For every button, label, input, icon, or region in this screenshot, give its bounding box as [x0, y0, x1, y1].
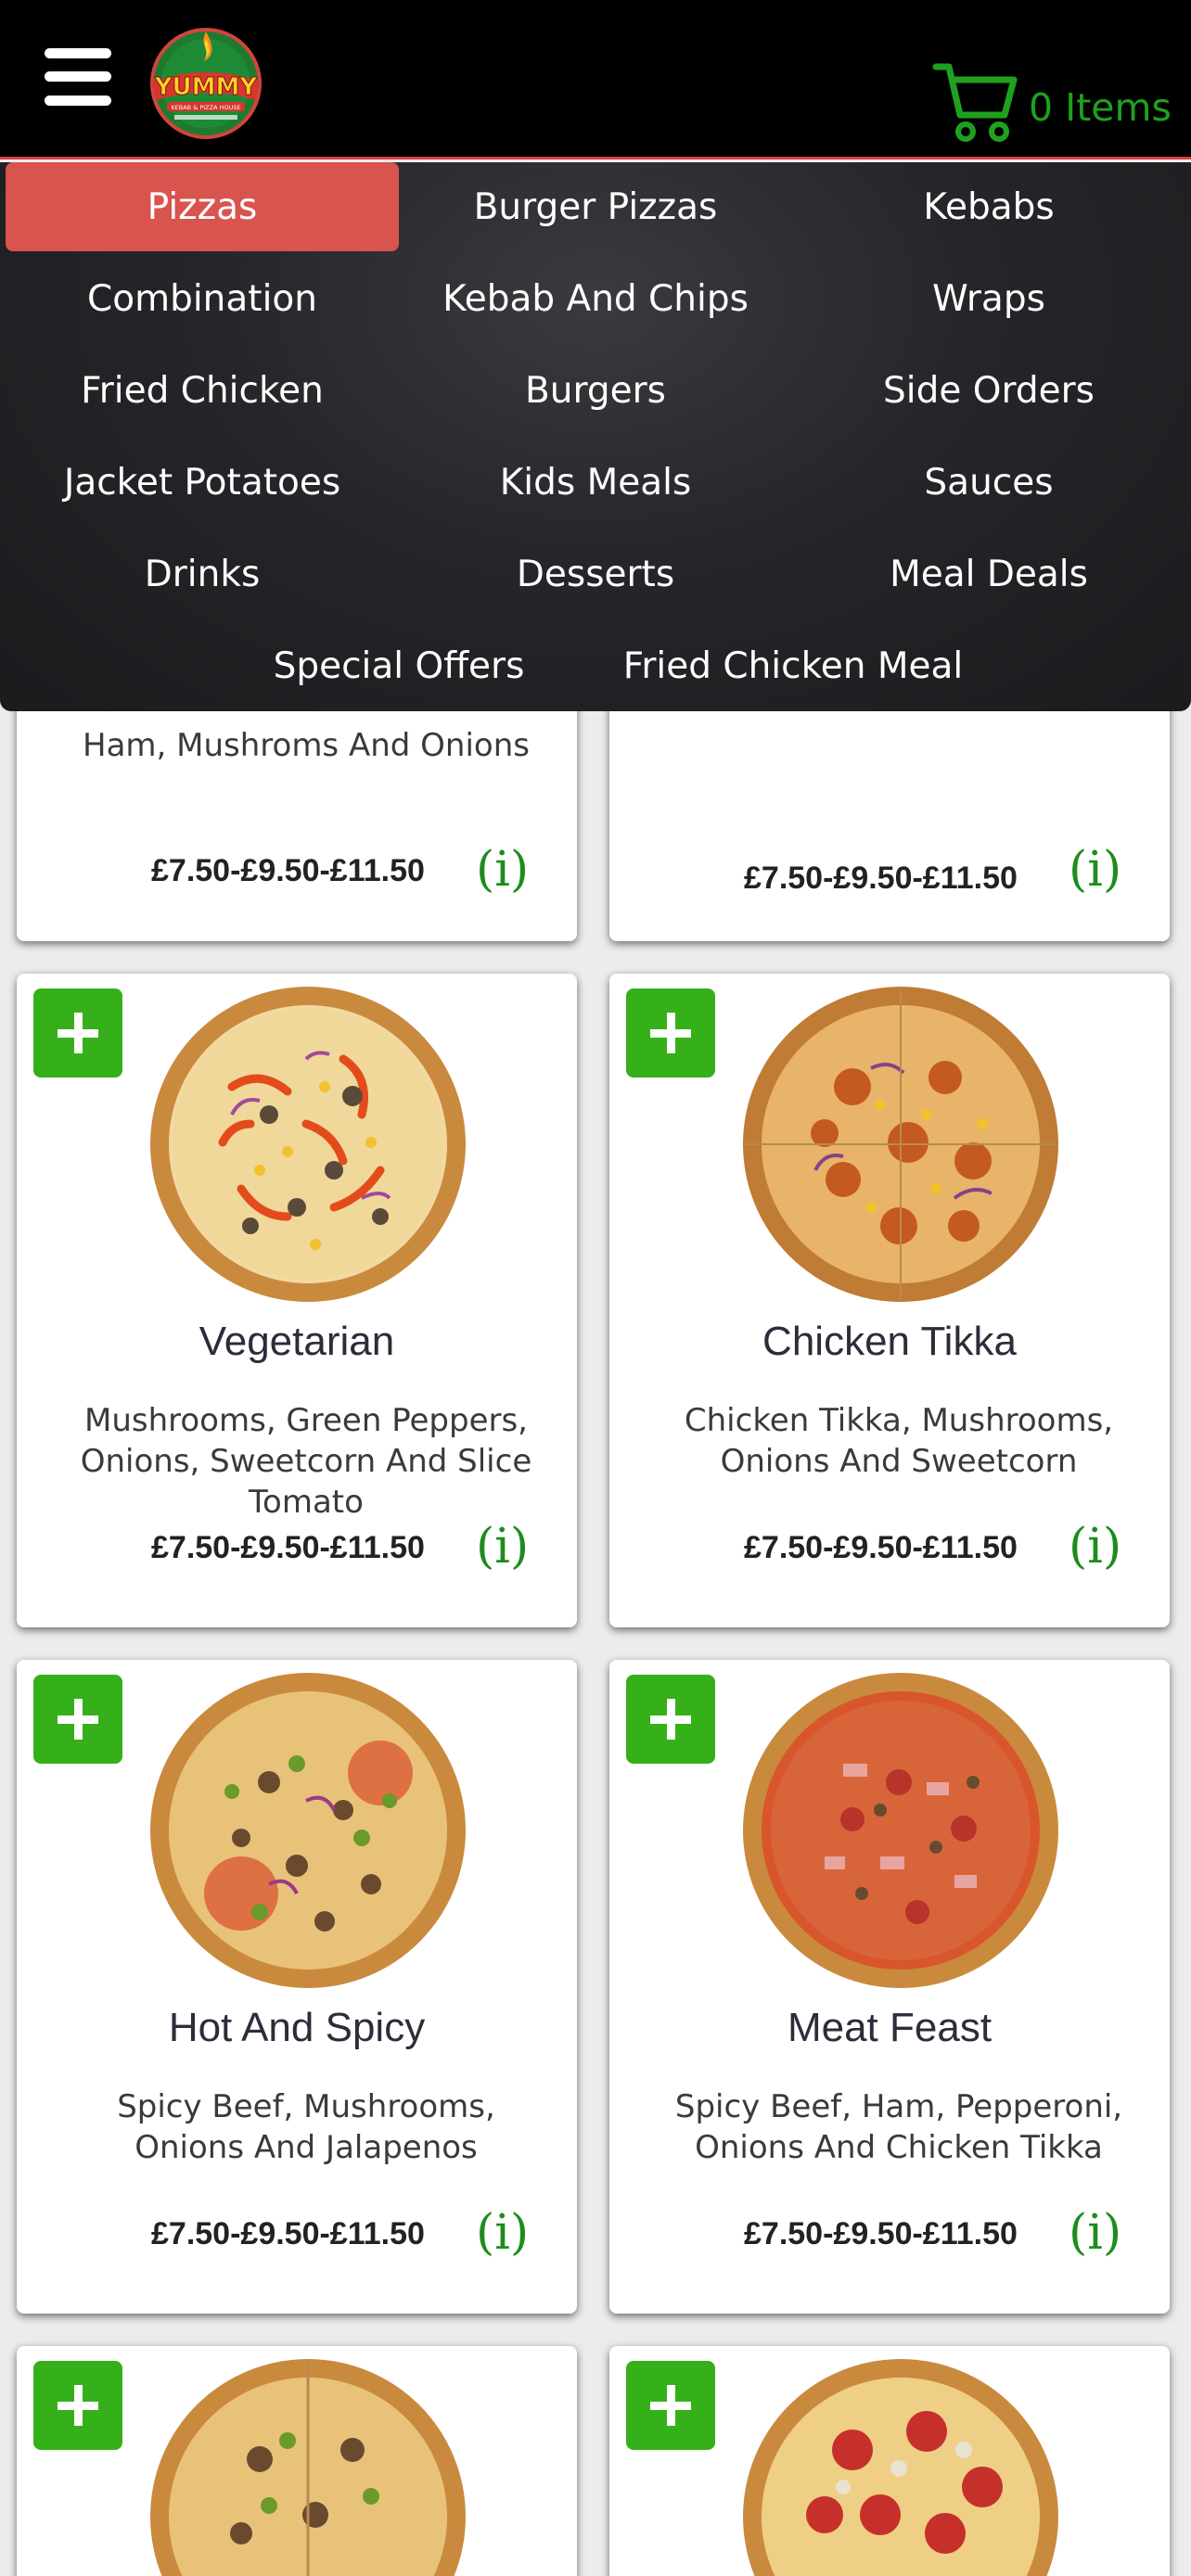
plus-icon[interactable] [626, 988, 715, 1078]
menu-item-sauces[interactable]: Sauces [792, 438, 1185, 527]
cart-count[interactable]: 0 Items [1029, 85, 1172, 130]
hamburger-icon[interactable] [45, 48, 111, 106]
menu-item-pizzas[interactable]: Pizzas [6, 162, 399, 251]
info-icon[interactable]: (i) [1069, 842, 1133, 907]
menu-item-jacket-potatoes[interactable]: Jacket Potatoes [6, 438, 399, 527]
menu-item-kebab-and-chips[interactable]: Kebab And Chips [399, 254, 792, 343]
top-header: YUMMY KEBAB & PIZZA HOUSE 0 Items [0, 0, 1191, 159]
menu-item-desserts[interactable]: Desserts [399, 529, 792, 618]
menu-item-special-offers[interactable]: Special Offers [204, 621, 594, 710]
product-description: Mushrooms, Green Peppers, Onions, Sweetc… [80, 1402, 532, 1521]
menu-item-kebabs[interactable]: Kebabs [792, 162, 1185, 251]
plus-icon[interactable] [33, 988, 122, 1078]
info-icon[interactable]: (i) [1069, 1519, 1133, 1584]
info-icon[interactable]: (i) [476, 1519, 541, 1584]
app-root: YUMMY KEBAB & PIZZA HOUSE 0 Items Ham, M… [0, 0, 1191, 2576]
plus-icon[interactable] [33, 1675, 122, 1764]
product-card: Vegetarian Mushrooms, Green Peppers, Oni… [17, 974, 577, 1627]
plus-icon[interactable] [626, 2361, 715, 2450]
menu-item-combination[interactable]: Combination [6, 254, 399, 343]
info-icon[interactable]: (i) [476, 842, 541, 907]
product-description: Ham, Mushroms And Onions [83, 727, 530, 764]
logo-text: YUMMY [154, 73, 259, 101]
logo-subtext: KEBAB & PIZZA HOUSE [171, 104, 240, 111]
product-price: £7.50-£9.50-£11.50 [744, 861, 1018, 896]
product-price: £7.50-£9.50-£11.50 [151, 853, 425, 888]
menu-item-burger-pizzas[interactable]: Burger Pizzas [399, 162, 792, 251]
product-name: Hot And Spicy [168, 2005, 426, 2050]
info-icon[interactable]: (i) [476, 2205, 541, 2270]
menu-item-kids-meals[interactable]: Kids Meals [399, 438, 792, 527]
product-price: £7.50-£9.50-£11.50 [744, 2216, 1018, 2251]
product-description: Chicken Tikka, Mushrooms, Onions And Swe… [684, 1402, 1114, 1480]
product-card [609, 2346, 1170, 2576]
menu-item-meal-deals[interactable]: Meal Deals [792, 529, 1185, 618]
pizza-image [741, 2357, 1061, 2576]
product-card: Hot And Spicy Spicy Beef, Mushrooms, Oni… [17, 1660, 577, 2314]
logo[interactable]: YUMMY KEBAB & PIZZA HOUSE [147, 26, 265, 139]
product-price: £7.50-£9.50-£11.50 [151, 1530, 425, 1565]
product-card [17, 2346, 577, 2576]
product-name: Meat Feast [787, 2005, 992, 2050]
menu-item-wraps[interactable]: Wraps [792, 254, 1185, 343]
plus-icon[interactable] [33, 2361, 122, 2450]
product-description: Spicy Beef, Ham, Pepperoni, Onions And C… [674, 2088, 1123, 2166]
info-icon[interactable]: (i) [1069, 2205, 1133, 2270]
menu-item-drinks[interactable]: Drinks [6, 529, 399, 618]
pizza-image [148, 2357, 468, 2576]
product-price: £7.50-£9.50-£11.50 [744, 1530, 1018, 1565]
product-name: Chicken Tikka [762, 1319, 1017, 1364]
pizza-image [741, 1671, 1061, 1991]
pizza-image [148, 985, 468, 1305]
pizza-image [741, 985, 1061, 1305]
product-card: Meat Feast Spicy Beef, Ham, Pepperoni, O… [609, 1660, 1170, 2314]
cart-button[interactable]: 0 Items [932, 57, 1172, 150]
product-name: Vegetarian [198, 1319, 395, 1364]
product-card: Chicken Tikka Chicken Tikka, Mushrooms, … [609, 974, 1170, 1627]
menu-item-fried-chicken[interactable]: Fried Chicken [6, 346, 399, 435]
cart-icon [932, 63, 1018, 142]
menu-item-side-orders[interactable]: Side Orders [792, 346, 1185, 435]
product-description: Spicy Beef, Mushrooms, Onions And Jalape… [117, 2088, 495, 2166]
product-price: £7.50-£9.50-£11.50 [151, 2216, 425, 2251]
menu-item-fried-chicken-meal[interactable]: Fried Chicken Meal [594, 621, 992, 710]
pizza-image [148, 1671, 468, 1991]
plus-icon[interactable] [626, 1675, 715, 1764]
category-menu: Pizzas Burger Pizzas Kebabs Combination … [0, 162, 1191, 711]
menu-item-burgers[interactable]: Burgers [399, 346, 792, 435]
